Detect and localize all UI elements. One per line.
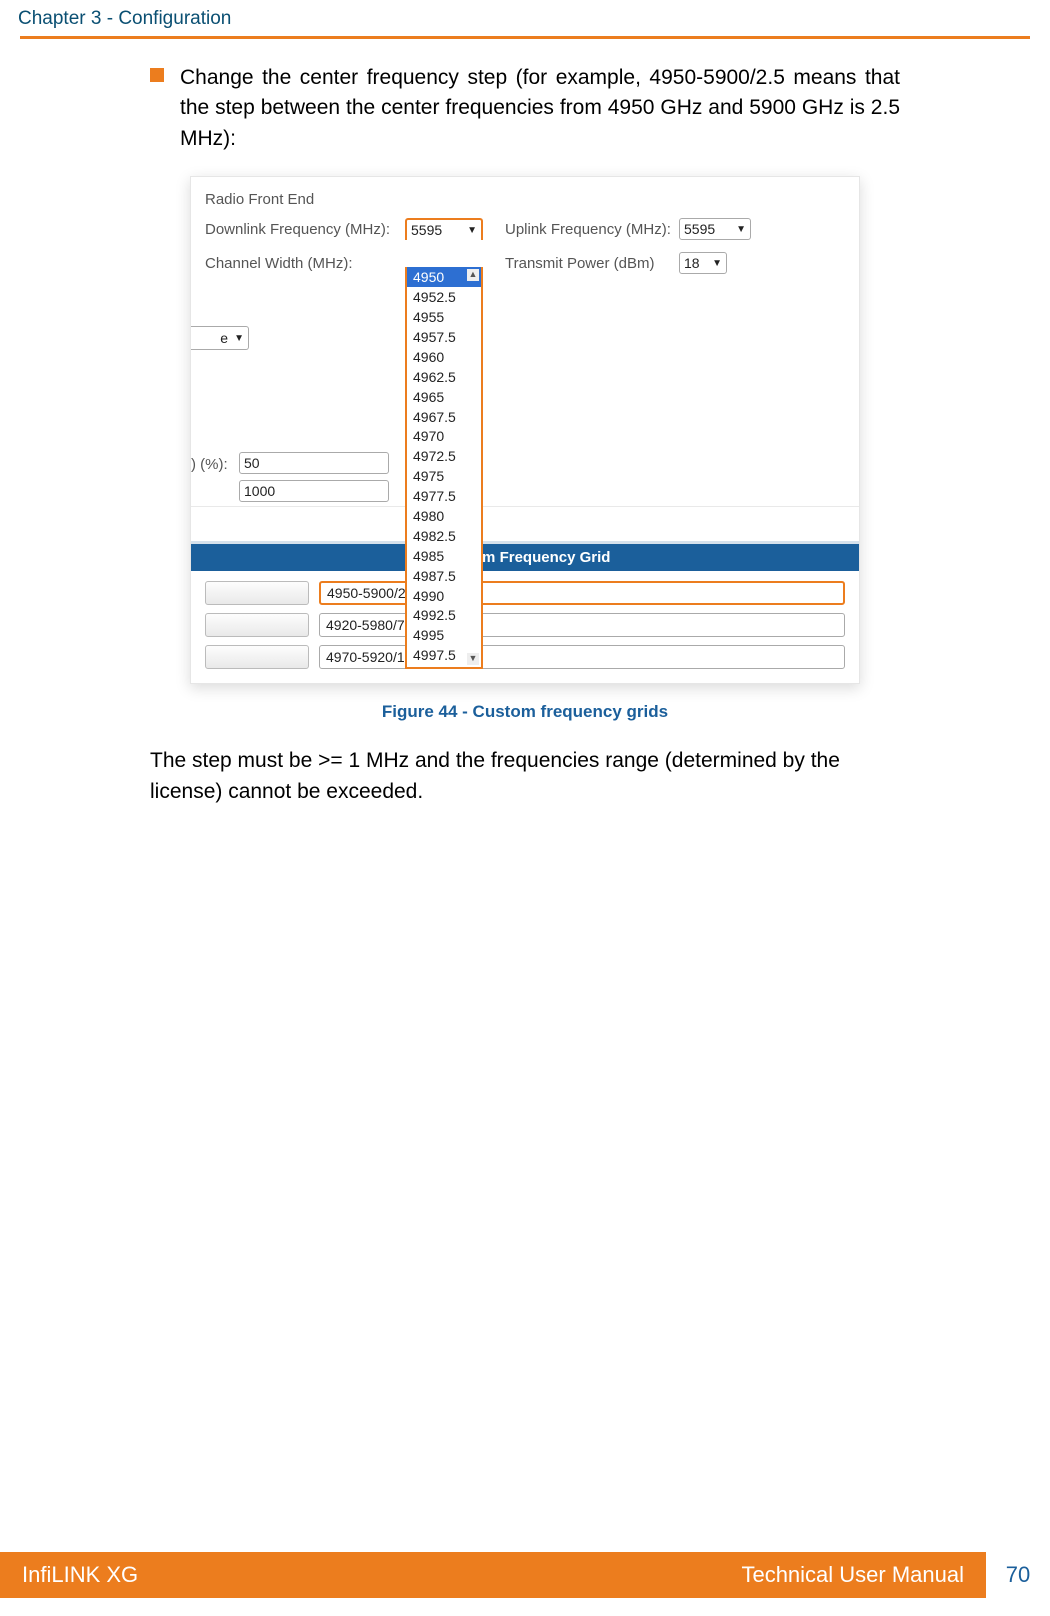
footer-doc-title: Technical User Manual [741,1562,964,1588]
dropdown-option[interactable]: 4987.5 [407,566,481,586]
chapter-header: Chapter 3 - Configuration [0,0,1050,36]
downlink-freq-dropdown[interactable]: ▲ 4950 4952.5 4955 4957.5 4960 4962.5 49… [405,267,483,669]
dropdown-option[interactable]: 4977.5 [407,486,481,506]
tx-power-value: 18 [684,255,700,271]
tx-power-select[interactable]: 18 ▼ [679,252,727,274]
scroll-up-icon[interactable]: ▲ [467,269,479,281]
dropdown-option[interactable]: 4960 [407,347,481,367]
caret-down-icon: ▼ [736,224,746,235]
dropdown-option[interactable]: 4995 [407,625,481,645]
dropdown-option[interactable]: 4952.5 [407,287,481,307]
channel-width-label: Channel Width (MHz): [205,255,405,272]
bullet-text: Change the center frequency step (for ex… [180,63,900,154]
downlink-freq-label: Downlink Frequency (MHz): [205,221,405,238]
grid-row-button[interactable] [205,645,309,669]
caret-down-icon: ▼ [712,258,722,269]
grid-range-input[interactable]: 4950-5900/2.5 [319,581,845,605]
custom-freq-grid-header: Custom Frequency Grid [191,544,859,571]
dropdown-option[interactable]: 4967.5 [407,407,481,427]
grid-row-button[interactable] [205,613,309,637]
tx-power-label: Transmit Power (dBm) [505,255,679,272]
dropdown-option[interactable]: 4957.5 [407,327,481,347]
dropdown-option[interactable]: 4992.5 [407,605,481,625]
footer-bar: InfiLINK XG Technical User Manual [0,1552,986,1598]
caret-down-icon: ▼ [467,225,477,236]
figure-caption: Figure 44 - Custom frequency grids [150,702,900,722]
body-paragraph: The step must be >= 1 MHz and the freque… [150,746,900,807]
bullet-square-icon [150,68,164,82]
grid-row-button[interactable] [205,581,309,605]
uplink-freq-select[interactable]: 5595 ▼ [679,218,751,240]
dropdown-option[interactable]: 4962.5 [407,367,481,387]
grid-range-input[interactable]: 4920-5980/7 [319,613,845,637]
radio-frontend-title: Radio Front End [191,177,859,212]
dropdown-option[interactable]: 4990 [407,586,481,606]
number-input[interactable]: 1000 [239,480,389,502]
page-number: 70 [986,1552,1050,1598]
dropdown-option[interactable]: 4955 [407,307,481,327]
divider [191,506,859,507]
downlink-freq-select[interactable]: 5595 ▼ [405,218,483,240]
dropdown-option[interactable]: 4970 [407,426,481,446]
dropdown-option[interactable]: 4972.5 [407,446,481,466]
grid-range-input[interactable]: 4970-5920/15 [319,645,845,669]
downlink-freq-value: 5595 [411,222,442,238]
footer-product: InfiLINK XG [22,1562,138,1588]
uplink-freq-label: Uplink Frequency (MHz): [505,221,679,238]
uplink-freq-value: 5595 [684,221,715,237]
percent-label: ) (%): [191,456,228,473]
dropdown-option[interactable]: 4965 [407,387,481,407]
percent-input[interactable]: 50 [239,452,389,474]
scroll-down-icon[interactable]: ▼ [467,653,479,665]
config-panel: Radio Front End Downlink Frequency (MHz)… [190,176,860,684]
dropdown-option[interactable]: 4985 [407,546,481,566]
dropdown-option[interactable]: 4982.5 [407,526,481,546]
dropdown-option[interactable]: 4975 [407,466,481,486]
dropdown-option[interactable]: 4980 [407,506,481,526]
partial-select-value: e [220,330,228,346]
partial-select[interactable]: e ▼ [191,326,249,350]
caret-down-icon: ▼ [234,333,244,344]
